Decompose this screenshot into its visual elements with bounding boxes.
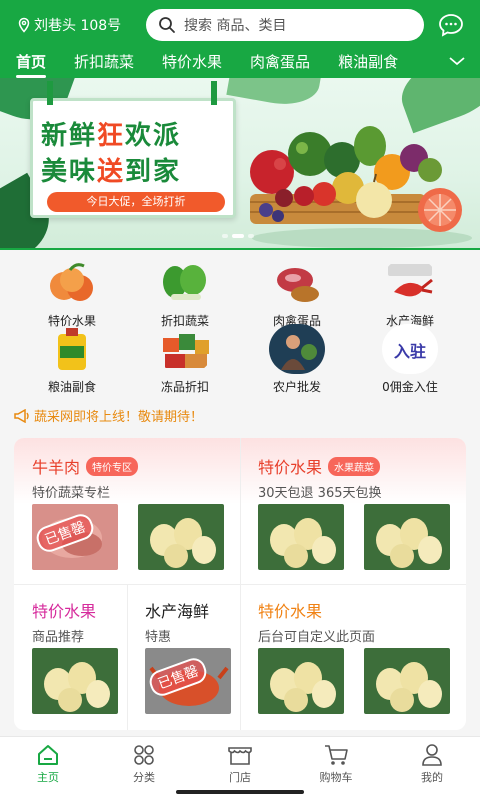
search-icon (159, 17, 175, 33)
category-icon (134, 745, 154, 765)
promo-block-fruit-recommend[interactable]: 特价水果 商品推荐 (32, 598, 96, 645)
product-thumbnail[interactable] (138, 504, 224, 570)
tabs-expand-button[interactable] (448, 52, 466, 71)
banner-promo-tag: 今日大促，全场打折 (47, 192, 225, 212)
category-item-farmer-wholesale[interactable]: 农户批发 (247, 324, 347, 395)
notice-text: 蔬采网即将上线！敬请期待！ (34, 410, 204, 425)
frozen-icon (157, 324, 213, 374)
block-subtitle: 30天包退 365天包换 (258, 486, 382, 501)
product-thumbnail[interactable]: 已售罄 (145, 648, 231, 714)
location-pin-icon (18, 17, 30, 33)
product-panel: 牛羊肉 特价专区 特价蔬菜专栏 已售罄 特价水果 水果蔬菜 30天包退 365天包换… (14, 438, 466, 730)
oil-icon (44, 324, 100, 374)
category-item-meat-eggs[interactable]: 肉禽蛋品 (247, 258, 347, 329)
home-indicator (176, 790, 304, 794)
lobster-icon (382, 258, 438, 308)
store-icon (228, 747, 252, 765)
tab-grain-oil[interactable]: 粮油副食 (338, 51, 398, 72)
block-subtitle: 特价蔬菜专栏 (32, 486, 111, 501)
tab-special-fruit[interactable]: 特价水果 (162, 51, 222, 72)
notice-bar[interactable]: 蔬采网即将上线！敬请期待！ (14, 406, 203, 425)
product-thumbnail[interactable] (258, 504, 344, 570)
category-item-frozen-discount[interactable]: 冻品折扣 (135, 324, 235, 395)
chat-bubble-icon (439, 14, 463, 37)
meat-icon (269, 258, 325, 308)
carousel-indicator (222, 234, 254, 238)
block-title: 特价水果 (32, 602, 97, 621)
block-title: 水产海鲜 (145, 602, 210, 621)
product-thumbnail[interactable] (364, 648, 450, 714)
user-icon (422, 744, 442, 766)
nav-store[interactable]: 门店 (210, 741, 270, 785)
category-item-discount-vegetables[interactable]: 折扣蔬菜 (135, 258, 235, 329)
message-button[interactable] (438, 12, 464, 38)
peach-icon (44, 258, 100, 308)
badge: 特价专区 (86, 456, 139, 476)
megaphone-icon (14, 408, 29, 423)
farmer-icon (269, 324, 325, 374)
category-item-special-fruit[interactable]: 特价水果 (22, 258, 122, 329)
block-title: 牛羊肉 (32, 458, 81, 477)
location-selector[interactable]: 刘巷头 108号 (16, 15, 142, 35)
block-subtitle: 商品推荐 (32, 630, 85, 645)
banner-headline-1: 新鲜狂欢派 (41, 121, 182, 151)
block-subtitle: 后台可自定义此页面 (258, 630, 376, 645)
promo-block-special-fruit[interactable]: 特价水果 水果蔬菜 30天包退 365天包换 (258, 454, 382, 501)
category-item-seafood[interactable]: 水产海鲜 (360, 258, 460, 329)
tab-meat-eggs[interactable]: 肉禽蛋品 (250, 51, 310, 72)
promo-block-beef-lamb[interactable]: 牛羊肉 特价专区 特价蔬菜专栏 (32, 454, 139, 501)
product-thumbnail[interactable] (364, 504, 450, 570)
fruit-basket-image (250, 126, 472, 248)
top-bar: 刘巷头 108号 搜索 商品、类目 (0, 8, 480, 42)
greens-icon (157, 258, 213, 308)
promo-banner[interactable]: 新鲜狂欢派 美味送到家 今日大促，全场打折 (0, 78, 480, 248)
block-title: 特价水果 (258, 458, 323, 477)
category-grid: 特价水果 折扣蔬菜 肉禽蛋品 水产海鲜 粮油副食 冻品折扣 农户批发 入驻 0佣… (0, 258, 480, 398)
category-item-join[interactable]: 入驻 0佣金入住 (360, 324, 460, 395)
home-icon (38, 745, 58, 765)
promo-block-custom[interactable]: 特价水果 后台可自定义此页面 (258, 598, 375, 645)
search-placeholder: 搜索 商品、类目 (184, 18, 287, 34)
block-title: 特价水果 (258, 602, 323, 621)
banner-headline-2: 美味送到家 (41, 157, 182, 187)
category-item-grain-oil[interactable]: 粮油副食 (22, 324, 122, 395)
badge: 水果蔬菜 (328, 456, 381, 476)
product-thumbnail[interactable] (258, 648, 344, 714)
category-tabs: 首页 折扣蔬菜 特价水果 肉禽蛋品 粮油副食 (0, 46, 480, 78)
search-input[interactable]: 搜索 商品、类目 (146, 9, 424, 41)
promo-block-seafood[interactable]: 水产海鲜 特惠 (145, 598, 209, 645)
tab-discount-vegetables[interactable]: 折扣蔬菜 (74, 51, 134, 72)
product-thumbnail[interactable]: 已售罄 (32, 504, 118, 570)
nav-home[interactable]: 主页 (18, 741, 78, 785)
join-icon: 入驻 (382, 324, 438, 374)
cart-icon (325, 745, 348, 765)
chevron-down-icon (449, 57, 465, 66)
block-subtitle: 特惠 (145, 630, 172, 645)
nav-category[interactable]: 分类 (114, 741, 174, 785)
location-text: 刘巷头 108号 (34, 18, 122, 34)
product-thumbnail[interactable] (32, 648, 118, 714)
nav-cart[interactable]: 购物车 (306, 741, 366, 785)
promo-signboard: 新鲜狂欢派 美味送到家 今日大促，全场打折 (30, 81, 236, 218)
nav-profile[interactable]: 我的 (402, 741, 462, 785)
tab-home[interactable]: 首页 (16, 51, 47, 78)
